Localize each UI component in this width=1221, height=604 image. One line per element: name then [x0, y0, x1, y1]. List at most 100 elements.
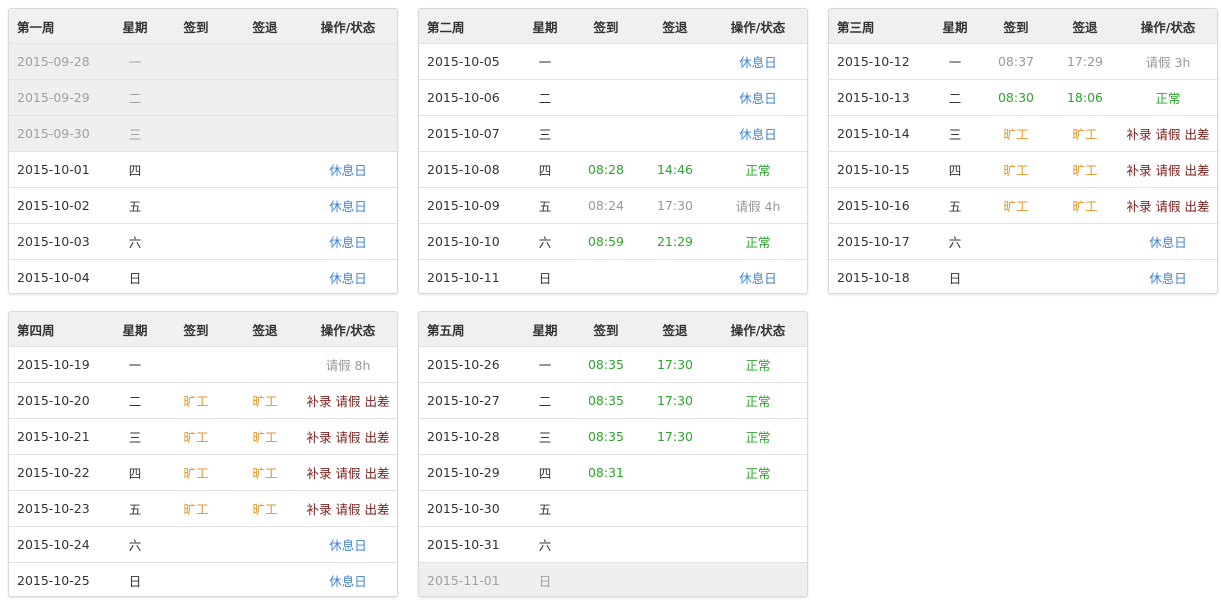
actions-cell: 补录 请假 出差 [299, 490, 397, 527]
check-in-cell [161, 259, 231, 293]
check-out-header: 签退 [231, 312, 299, 347]
status-cell[interactable]: 休息日 [299, 526, 397, 563]
status-cell[interactable]: 休息日 [299, 562, 397, 596]
check-in-cell: 旷工 [161, 382, 231, 419]
business-trip-link[interactable]: 出差 [1185, 199, 1210, 214]
day-row: 2015-10-15 四旷工 旷工 补录 请假 出差 [829, 151, 1217, 188]
weekday-cell: 二 [109, 382, 161, 419]
week-card: 第五周 星期 签到 签退 操作/状态 2015-10-26 一 08:35 17:30 正常 201… [418, 311, 808, 597]
status-cell[interactable]: 休息日 [709, 115, 807, 152]
day-row: 2015-09-29 二 [9, 79, 397, 116]
status-cell: 正常 [1119, 79, 1217, 116]
check-in-cell: 08:31 [571, 454, 641, 491]
leave-request-link[interactable]: 请假 [1155, 199, 1180, 214]
leave-request-link[interactable]: 请假 [335, 502, 360, 517]
supplement-link[interactable]: 补录 [1126, 127, 1151, 142]
weekday-cell: 一 [929, 43, 981, 80]
status-cell [299, 115, 397, 152]
week-table: 第三周 星期 签到 签退 操作/状态 2015-10-12 一 08:37 17:29 请假 3h… [829, 9, 1217, 293]
week-table: 第四周 星期 签到 签退 操作/状态 2015-10-19 一请假 8h 2015-10-20… [9, 312, 397, 596]
weekday-cell: 日 [109, 259, 161, 293]
business-trip-link[interactable]: 出差 [365, 394, 390, 409]
check-in-header: 签到 [161, 9, 231, 44]
weekday-cell: 日 [109, 562, 161, 596]
check-in-cell [161, 43, 231, 80]
check-in-cell [571, 259, 641, 293]
status-cell[interactable]: 休息日 [299, 259, 397, 293]
weekday-cell: 四 [929, 151, 981, 188]
weekday-header: 星期 [929, 9, 981, 44]
day-row: 2015-10-07 三 休息日 [419, 115, 807, 152]
weekday-header: 星期 [109, 312, 161, 347]
day-row: 2015-10-19 一 请假 8h [9, 346, 397, 383]
date-cell: 2015-10-07 [419, 115, 519, 152]
weekday-cell: 三 [519, 115, 571, 152]
check-in-cell [571, 115, 641, 152]
business-trip-link[interactable]: 出差 [365, 430, 390, 445]
leave-request-link[interactable]: 请假 [335, 466, 360, 481]
check-out-cell: 17:30 [641, 346, 709, 383]
status-cell[interactable]: 休息日 [709, 259, 807, 293]
date-cell: 2015-10-24 [9, 526, 109, 563]
week-table: 第一周 星期 签到 签退 操作/状态 2015-09-28 一 2015-09-29 二 2015… [9, 9, 397, 293]
check-out-cell [231, 223, 299, 260]
supplement-link[interactable]: 补录 [1126, 199, 1151, 214]
supplement-link[interactable]: 补录 [306, 466, 331, 481]
check-in-cell: 08:35 [571, 382, 641, 419]
leave-request-link[interactable]: 请假 [1155, 163, 1180, 178]
check-in-cell: 08:35 [571, 418, 641, 455]
day-row: 2015-10-17 六 休息日 [829, 223, 1217, 260]
status-header: 操作/状态 [299, 312, 397, 347]
day-row: 2015-09-28 一 [9, 43, 397, 80]
check-in-cell [161, 115, 231, 152]
check-out-cell [231, 151, 299, 188]
date-cell: 2015-10-30 [419, 490, 519, 527]
date-cell: 2015-09-30 [9, 115, 109, 152]
status-cell[interactable]: 休息日 [1119, 223, 1217, 260]
date-cell: 2015-10-27 [419, 382, 519, 419]
weekday-cell: 一 [519, 346, 571, 383]
check-out-cell [231, 43, 299, 80]
status-cell[interactable]: 休息日 [709, 79, 807, 116]
business-trip-link[interactable]: 出差 [1185, 163, 1210, 178]
leave-request-link[interactable]: 请假 [1155, 127, 1180, 142]
leave-request-link[interactable]: 请假 [335, 430, 360, 445]
weekday-cell: 三 [109, 418, 161, 455]
actions-cell: 补录 请假 出差 [299, 382, 397, 419]
status-cell[interactable]: 休息日 [299, 187, 397, 224]
check-in-cell [981, 223, 1051, 260]
supplement-link[interactable]: 补录 [306, 502, 331, 517]
supplement-link[interactable]: 补录 [306, 430, 331, 445]
business-trip-link[interactable]: 出差 [1185, 127, 1210, 142]
date-cell: 2015-11-01 [419, 562, 519, 596]
status-cell[interactable]: 休息日 [1119, 259, 1217, 293]
status-cell[interactable]: 休息日 [709, 43, 807, 80]
weekday-header: 星期 [519, 9, 571, 44]
week-title: 第五周 [419, 312, 519, 347]
check-out-cell [1051, 223, 1119, 260]
date-cell: 2015-10-14 [829, 115, 929, 152]
day-row: 2015-10-22 四旷工 旷工 补录 请假 出差 [9, 454, 397, 491]
status-cell[interactable]: 休息日 [299, 151, 397, 188]
check-in-cell: 旷工 [161, 418, 231, 455]
business-trip-link[interactable]: 出差 [365, 502, 390, 517]
check-in-cell [161, 346, 231, 383]
day-row: 2015-10-25 日 休息日 [9, 562, 397, 596]
check-out-cell: 旷工 [1051, 151, 1119, 188]
weekday-cell: 二 [109, 79, 161, 116]
leave-request-link[interactable]: 请假 [335, 394, 360, 409]
day-row: 2015-10-28 三 08:35 17:30 正常 [419, 418, 807, 455]
date-cell: 2015-10-16 [829, 187, 929, 224]
check-in-cell [161, 526, 231, 563]
check-out-cell: 旷工 [1051, 187, 1119, 224]
weekday-cell: 三 [519, 418, 571, 455]
date-cell: 2015-10-13 [829, 79, 929, 116]
supplement-link[interactable]: 补录 [1126, 163, 1151, 178]
status-cell[interactable]: 休息日 [299, 223, 397, 260]
check-out-cell [641, 490, 709, 527]
date-cell: 2015-10-08 [419, 151, 519, 188]
status-cell: 正常 [709, 223, 807, 260]
day-row: 2015-10-11 日 休息日 [419, 259, 807, 293]
business-trip-link[interactable]: 出差 [365, 466, 390, 481]
supplement-link[interactable]: 补录 [306, 394, 331, 409]
